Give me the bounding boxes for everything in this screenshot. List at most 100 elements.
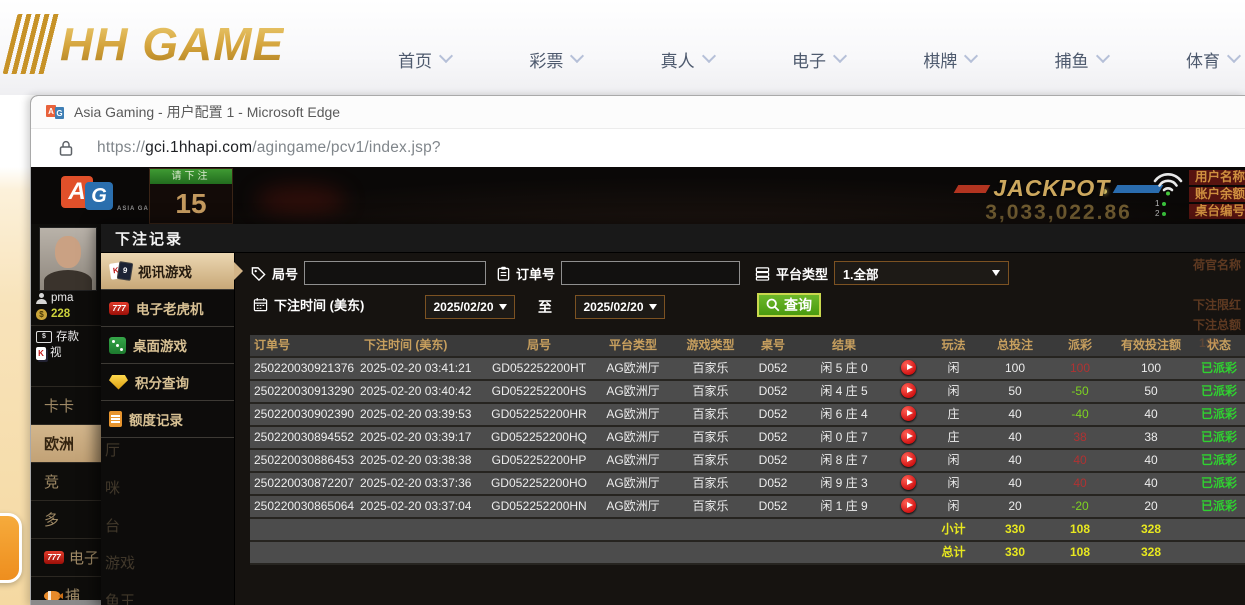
lobby-item-jingmi[interactable]: 竞: [31, 462, 101, 500]
cell-total-bet: 20: [981, 496, 1049, 517]
cell-empty: [360, 542, 485, 563]
url-path: /agingame/pcv1/index.jsp?: [252, 139, 441, 156]
platform-select[interactable]: 1.全部: [834, 261, 1009, 285]
cell-empty: [673, 519, 748, 540]
bet-records-modal: 下注记录 荷官名称 下注限红 下注总额 135 K9 视讯游戏 777: [101, 224, 1245, 605]
cell-game-type: 百家乐: [673, 381, 748, 402]
ghost-text: 厅: [105, 439, 120, 460]
nav-label: 捕鱼: [1055, 47, 1089, 72]
nav-item-sports[interactable]: 体育: [1186, 47, 1239, 72]
sidebar-item-table-games[interactable]: 桌面游戏: [101, 327, 234, 364]
screen: HH GAME 首页 彩票 真人 电子 棋牌 捕鱼 体育 A G Asia Ga…: [0, 0, 1245, 605]
cell-payout: 38: [1049, 427, 1111, 448]
floating-service-widget[interactable]: [0, 513, 22, 583]
search-button[interactable]: 查询: [757, 293, 821, 317]
cell-result: 闲 5 庄 0: [798, 358, 890, 379]
round-label: 局号: [272, 264, 298, 283]
caret-down-icon: [992, 270, 1000, 276]
date-from-select[interactable]: 2025/02/20: [425, 295, 515, 319]
cell-empty: [1191, 519, 1245, 540]
total-row-payout: 108: [1049, 542, 1111, 563]
cell-total-bet: 50: [981, 381, 1049, 402]
replay-button[interactable]: [901, 452, 916, 467]
document-icon: [109, 411, 122, 427]
round-filter-group: 局号: [251, 261, 486, 285]
countdown-label: 请下注: [150, 169, 232, 184]
cell-empty: [360, 519, 485, 540]
lock-icon[interactable]: [59, 140, 73, 157]
window-titlebar[interactable]: A G Asia Gaming - 用户配置 1 - Microsoft Edg…: [31, 96, 1245, 129]
table-row: 2502200308722072025-02-20 03:37:36GD0522…: [250, 473, 1245, 496]
sidebar-item-quota-records[interactable]: 额度记录: [101, 401, 234, 438]
cell-valid-bet: 50: [1111, 381, 1191, 402]
table-body: 2502200309213762025-02-20 03:41:21GD0522…: [250, 358, 1245, 565]
lobby-item-label: 竞: [44, 471, 59, 492]
cell-game-type: 百家乐: [673, 404, 748, 425]
date-to-value: 2025/02/20: [583, 300, 643, 314]
column-header: 状态: [1191, 335, 1245, 356]
sidebar-item-slot-machine[interactable]: 777 电子老虎机: [101, 290, 234, 327]
nav-item-lottery[interactable]: 彩票: [529, 47, 582, 72]
column-header: 局号: [485, 335, 593, 356]
playing-cards-icon: K9: [109, 262, 131, 280]
replay-button[interactable]: [901, 360, 916, 375]
lobby-item-multi[interactable]: 多: [31, 500, 101, 538]
caret-down-icon: [649, 304, 657, 310]
cell-result: 闲 1 庄 9: [798, 496, 890, 517]
cell-total-bet: 40: [981, 473, 1049, 494]
user-name-label: 用户名称: [1189, 170, 1245, 185]
bet-countdown: 请下注 15: [149, 168, 233, 224]
nav-item-live[interactable]: 真人: [661, 47, 714, 72]
replay-button[interactable]: [901, 383, 916, 398]
url-domain: gci.1hhapi.com: [145, 139, 252, 156]
nav-label: 体育: [1186, 47, 1220, 72]
lobby-item-slots[interactable]: 777电子: [31, 538, 101, 576]
nav-label: 彩票: [529, 47, 563, 72]
jackpot-amount: 3,033,022.86: [956, 201, 1161, 224]
cell-status: 已派彩: [1191, 427, 1245, 448]
url-text[interactable]: https://gci.1hhapi.com/agingame/pcv1/ind…: [97, 139, 441, 157]
lobby-item-kaka[interactable]: 卡卡: [31, 386, 101, 424]
order-label: 订单号: [516, 264, 555, 283]
seat-indicators: 1 2: [1155, 199, 1166, 219]
cell-empty: [748, 542, 798, 563]
order-input[interactable]: [561, 261, 740, 285]
url-bar[interactable]: https://gci.1hhapi.com/agingame/pcv1/ind…: [31, 129, 1245, 168]
cell-status: 已派彩: [1191, 381, 1245, 402]
nav-label: 首页: [398, 47, 432, 72]
nav-item-fishing[interactable]: 捕鱼: [1055, 47, 1108, 72]
cell-time: 2025-02-20 03:38:38: [360, 450, 485, 471]
chevron-down-icon: [1227, 49, 1241, 63]
round-input[interactable]: [304, 261, 486, 285]
replay-button[interactable]: [901, 406, 916, 421]
lobby-item-europe[interactable]: 欧洲: [31, 424, 101, 462]
sidebar-item-video-games[interactable]: K9 视讯游戏: [101, 253, 234, 290]
replay-button[interactable]: [901, 498, 916, 513]
modal-sidebar: K9 视讯游戏 777 电子老虎机 桌面游戏: [101, 253, 235, 605]
nav-item-slots[interactable]: 电子: [792, 47, 845, 72]
column-header: 平台类型: [593, 335, 673, 356]
player-name: pma: [51, 291, 73, 305]
cell-status: 已派彩: [1191, 450, 1245, 471]
total-row-label: 总计: [926, 542, 981, 563]
subtotal-row-label: 小计: [926, 519, 981, 540]
total-row: 总计330108328: [250, 542, 1245, 565]
cell-replay: [890, 381, 926, 402]
logo-decoration: [3, 14, 62, 74]
chevron-down-icon: [1096, 49, 1110, 63]
cell-order: 250220030872207: [250, 473, 360, 494]
nav-item-home[interactable]: 首页: [398, 47, 451, 72]
replay-button[interactable]: [901, 429, 916, 444]
online-dot: [1162, 202, 1166, 206]
cell-status: 已派彩: [1191, 358, 1245, 379]
deposit-button[interactable]: $存款: [31, 329, 101, 345]
sidebar-item-points-query[interactable]: 积分查询: [101, 364, 234, 401]
date-to-select[interactable]: 2025/02/20: [575, 295, 665, 319]
site-logo[interactable]: HH GAME: [10, 14, 284, 74]
video-games-row[interactable]: K视: [31, 345, 101, 361]
cell-table-number: D052: [748, 450, 798, 471]
cell-platform: AG欧洲厅: [593, 450, 673, 471]
replay-button[interactable]: [901, 475, 916, 490]
nav-item-board-games[interactable]: 棋牌: [923, 47, 976, 72]
column-header: 结果: [798, 335, 890, 356]
